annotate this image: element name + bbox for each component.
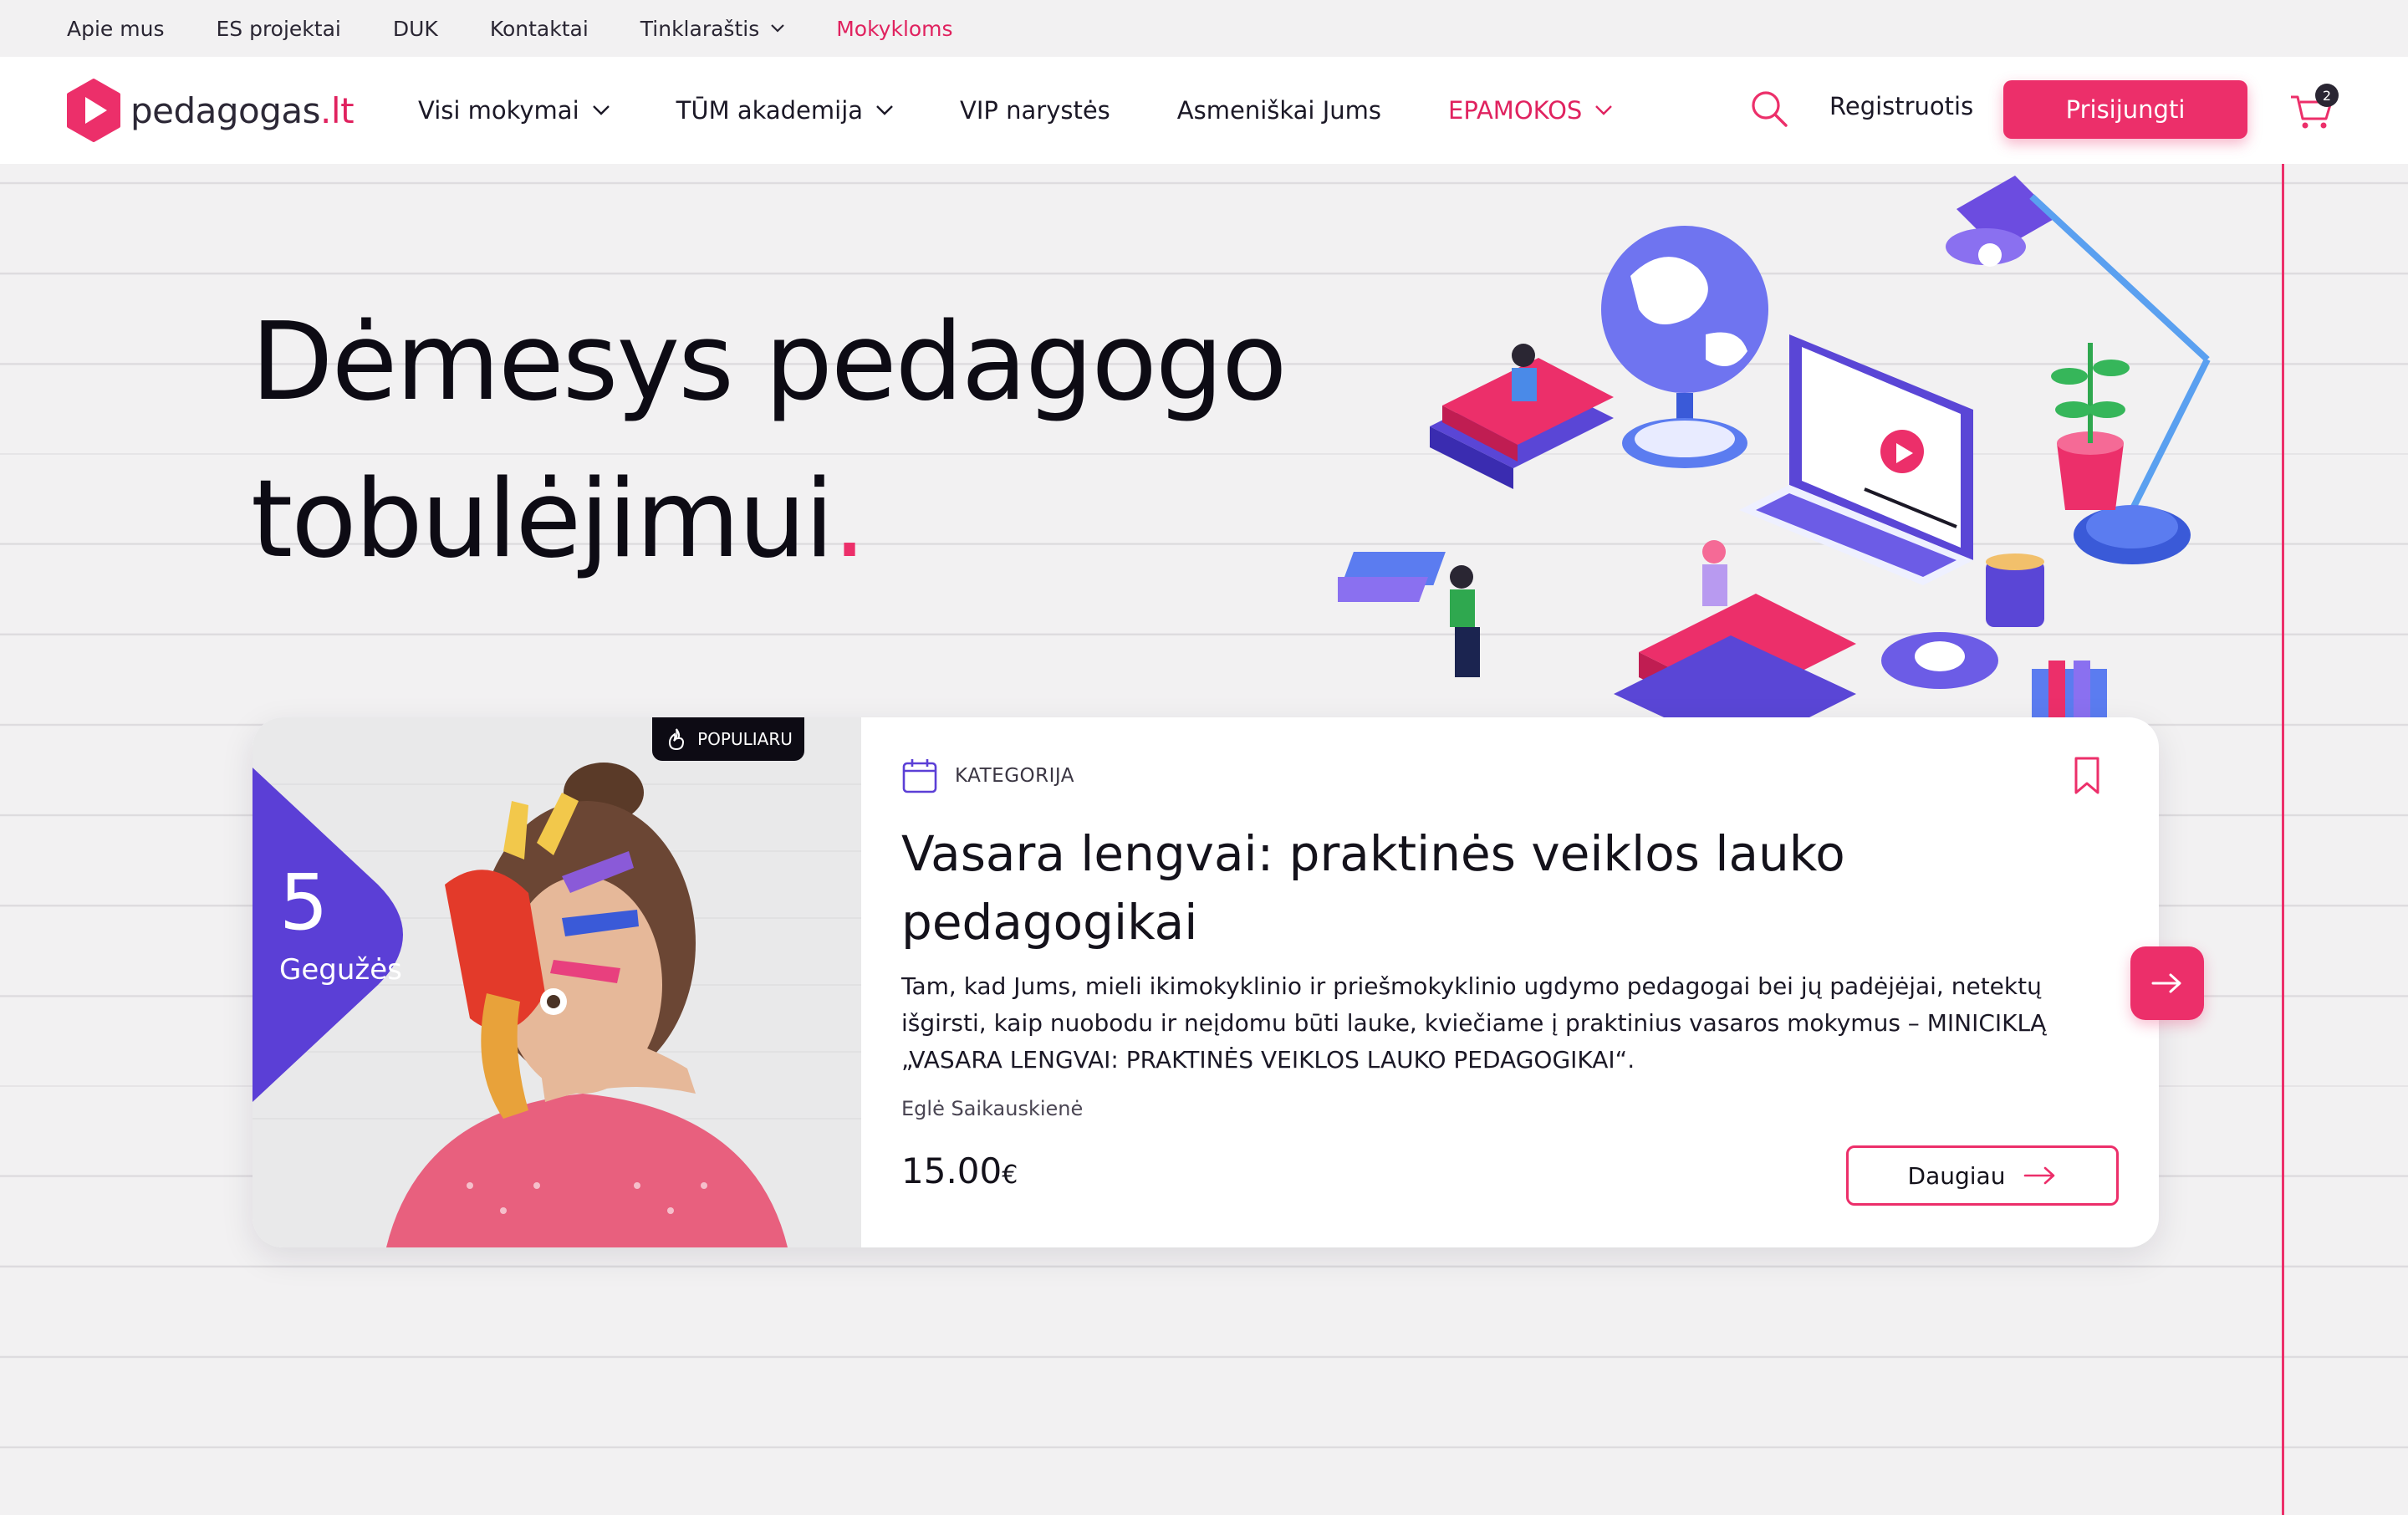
chevron-down-icon (592, 105, 610, 115)
popular-badge-label: POPULIARU (697, 729, 793, 749)
calendar-icon (902, 759, 937, 793)
event-date-month: Gegužės (279, 953, 402, 987)
arrow-right-icon (2024, 1166, 2055, 1185)
event-card-body: KATEGORIJA Vasara lengvai: praktinės vei… (901, 717, 2122, 1247)
register-link[interactable]: Registruotis (1829, 92, 1973, 120)
mug-illustration (1986, 553, 2044, 627)
play-logo-icon (67, 79, 120, 142)
hero-illustration (1338, 176, 2211, 727)
main-header: pedagogas.lt Visi mokymai TŪM akademija … (0, 57, 2408, 164)
category-label: KATEGORIJA (955, 765, 1075, 787)
nav-all-courses-label: Visi mokymai (418, 96, 579, 125)
util-link-schools[interactable]: Mokykloms (836, 17, 952, 41)
chevron-down-icon (876, 105, 893, 115)
util-link-faq[interactable]: DUK (393, 17, 438, 41)
main-nav: Visi mokymai TŪM akademija VIP narystės … (418, 57, 1679, 164)
arrow-right-icon (2151, 973, 2181, 993)
util-link-about[interactable]: Apie mus (67, 17, 164, 41)
nav-elessons[interactable]: EPAMOKOS (1448, 96, 1613, 125)
chevron-down-icon (1595, 105, 1613, 115)
flame-icon (669, 728, 685, 751)
hero-title-line2: tobulėjimui (251, 457, 834, 582)
globe-illustration (1601, 226, 1768, 468)
more-button[interactable]: Daugiau (1846, 1145, 2119, 1206)
nav-all-courses[interactable]: Visi mokymai (418, 96, 610, 125)
nav-tum-academy[interactable]: TŪM akademija (676, 96, 893, 125)
event-price-currency: € (1002, 1160, 1018, 1190)
popular-badge: POPULIARU (652, 717, 804, 761)
util-link-blog[interactable]: Tinklaraštis (640, 17, 784, 41)
util-link-es-projects[interactable]: ES projektai (216, 17, 340, 41)
category-row: KATEGORIJA (901, 758, 1074, 794)
cart-count-badge: 2 (2315, 84, 2339, 107)
utility-bar: Apie mus ES projektai DUK Kontaktai Tink… (0, 0, 2408, 57)
plant-illustration (2051, 343, 2130, 510)
login-button[interactable]: Prisijungti (2003, 80, 2247, 139)
search-icon[interactable] (1749, 89, 1789, 129)
util-link-blog-label: Tinklaraštis (640, 16, 760, 41)
nav-tum-academy-label: TŪM akademija (676, 96, 864, 125)
event-date-day: 5 (279, 858, 329, 947)
nav-elessons-label: EPAMOKOS (1448, 96, 1583, 125)
more-button-label: Daugiau (1907, 1161, 2006, 1190)
logo-wordmark: pedagogas.lt (130, 89, 355, 131)
hero-title: Dėmesys pedagogo tobulėjimui. (251, 284, 1421, 599)
carousel-next-button[interactable] (2130, 946, 2204, 1020)
event-title[interactable]: Vasara lengvai: praktinės veiklos lauko … (901, 819, 1988, 956)
hero-title-line1: Dėmesys pedagogo (251, 300, 1287, 425)
hero-title-dot: . (832, 457, 867, 582)
event-price: 15.00€ (901, 1150, 1018, 1191)
nav-personal[interactable]: Asmeniškai Jums (1177, 96, 1381, 125)
chevron-down-icon (771, 24, 784, 33)
logo[interactable]: pedagogas.lt (65, 79, 355, 142)
event-author: Eglė Saikauskienė (901, 1097, 1084, 1120)
event-price-value: 15.00 (901, 1150, 1002, 1191)
event-description: Tam, kad Jums, mieli ikimokyklinio ir pr… (901, 972, 2047, 1074)
bookmark-icon[interactable] (2072, 756, 2102, 796)
laptop-illustration (1739, 334, 1973, 585)
util-link-contacts[interactable]: Kontaktai (490, 17, 589, 41)
event-card[interactable]: 5 Gegužės POPULIARU KATEGORIJA Vasara le… (253, 717, 2159, 1247)
notebook-margin-line (2282, 164, 2284, 1515)
nav-vip[interactable]: VIP narystės (960, 96, 1110, 125)
